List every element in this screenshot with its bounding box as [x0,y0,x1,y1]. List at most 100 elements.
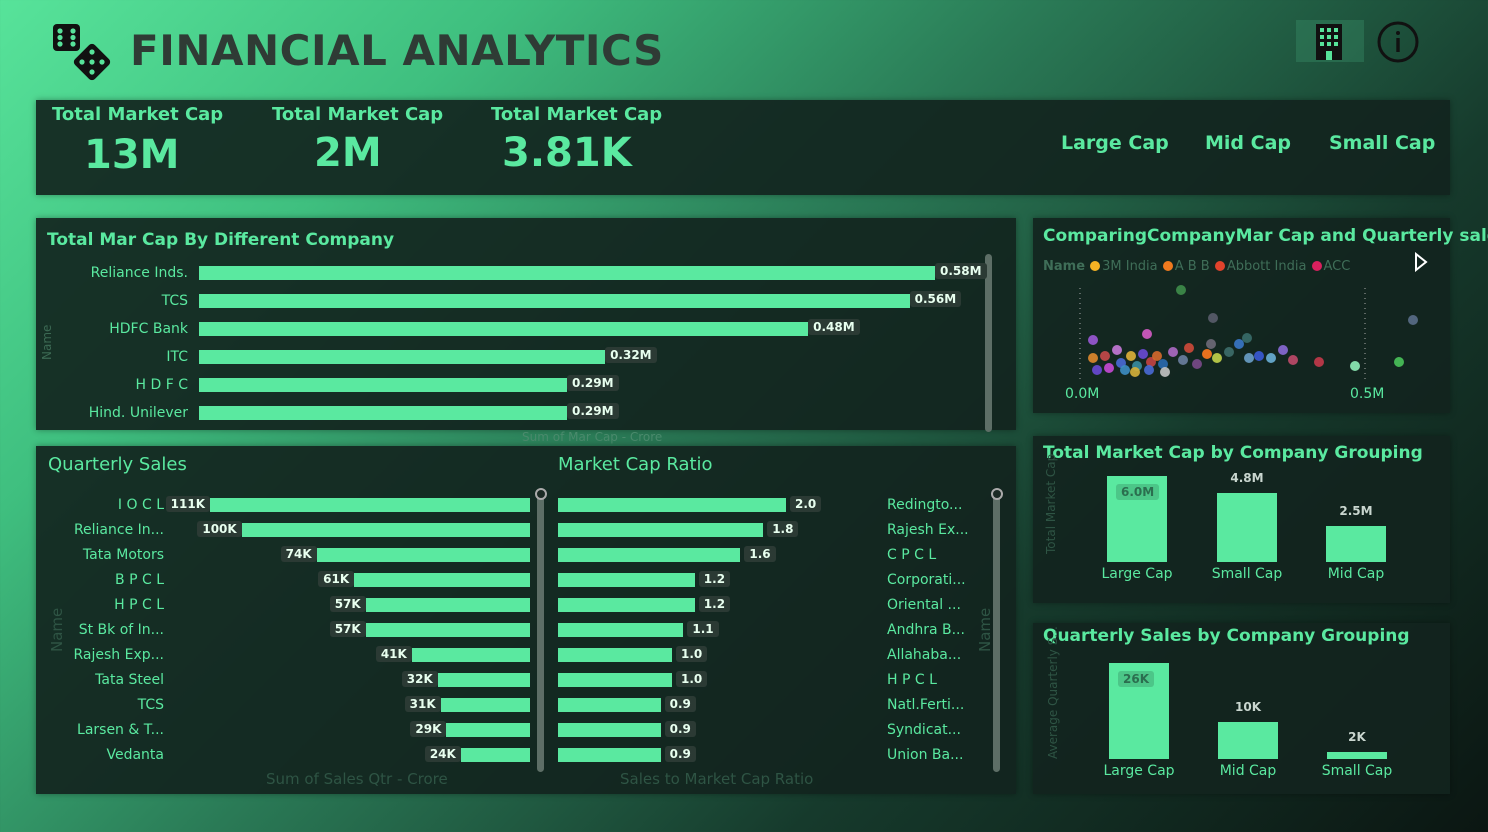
kpi-panel: Total Market Cap 13M Total Market Cap 2M… [36,100,1450,195]
scatter-point[interactable] [1242,333,1252,343]
page-title: FINANCIAL ANALYTICS [130,26,664,75]
kpi-label: Total Market Cap [491,104,663,125]
bar [411,648,530,662]
scatter-point[interactable] [1206,339,1216,349]
scatter-point[interactable] [1394,357,1404,367]
data-label: 1.0 [676,646,708,662]
scatter-point[interactable] [1234,339,1244,349]
data-label: 31K [404,696,441,712]
scatter-point[interactable] [1100,351,1110,361]
scatter-point[interactable] [1212,353,1222,363]
scatter-point[interactable] [1130,367,1140,377]
mid-cap-button[interactable]: Mid Cap [1205,132,1291,154]
data-label: 2K [1348,729,1366,744]
bar-category-label: St Bk of In... [78,622,164,638]
bar-category-label: Oriental ... [887,597,961,613]
scatter-point[interactable] [1120,365,1130,375]
bar [199,322,809,336]
bar [558,673,672,687]
scatter-point[interactable] [1112,345,1122,355]
scatter-point[interactable] [1104,363,1114,373]
info-icon[interactable] [1377,21,1419,63]
scrollbar-handle[interactable] [535,488,547,500]
bar [446,723,530,737]
scatter-point[interactable] [1408,315,1418,325]
kpi-label: Total Market Cap [272,104,444,125]
bar [558,498,786,512]
scatter-point[interactable] [1208,313,1218,323]
small-cap-button[interactable]: Small Cap [1329,132,1435,154]
bar [558,548,741,562]
scrollbar[interactable] [993,494,1000,772]
legend-item[interactable]: ACC [1311,259,1350,274]
scrollbar[interactable] [537,494,544,772]
building-icon[interactable] [1296,20,1364,62]
data-label: 61K [318,571,355,587]
scatter-point[interactable] [1224,347,1234,357]
scatter-point[interactable] [1126,351,1136,361]
scatter-point[interactable] [1178,355,1188,365]
bar-category-label: Allahaba... [887,647,962,663]
bar [460,748,530,762]
scatter-point[interactable] [1184,343,1194,353]
dice-logo-icon [52,22,112,82]
x-tick-label: 0.5M [1350,386,1385,402]
scatter-point[interactable] [1088,353,1098,363]
scatter-point[interactable] [1138,349,1148,359]
y-axis-label: Total Market Cap [1044,453,1058,554]
scatter-point[interactable] [1192,359,1202,369]
data-label: 111K [165,496,210,512]
data-label: 0.9 [664,696,696,712]
chart-title: Total Mar Cap By Different Company [47,230,395,250]
bar [558,623,684,637]
data-label: 0.29M [567,375,619,391]
scatter-point[interactable] [1350,361,1360,371]
scatter-point[interactable] [1152,351,1162,361]
scatter-point[interactable] [1278,345,1288,355]
data-label: 10K [1235,700,1261,715]
x-axis-label: Sum of Sales Qtr - Crore [266,770,448,788]
bar [437,673,530,687]
scatter-point[interactable] [1288,355,1298,365]
legend-next-icon[interactable] [1414,251,1428,276]
bar-category-label: Tata Motors [82,547,164,563]
scatter-point[interactable] [1266,353,1276,363]
scatter-point[interactable] [1244,353,1254,363]
kpi-value: 13M [84,132,180,178]
bar-category-label: Vedanta [106,747,164,763]
scatter-point[interactable] [1176,285,1186,295]
column-category-label: Small Cap [1211,566,1283,582]
data-label: 0.58M [935,263,987,279]
bar-category-label: C P C L [887,547,937,563]
scatter-point[interactable] [1092,365,1102,375]
chart-title: Quarterly Sales [48,454,187,475]
legend-item[interactable]: A B B [1162,259,1210,274]
scatter-point[interactable] [1202,349,1212,359]
legend-item[interactable]: 3M India [1090,259,1158,274]
scrollbar-handle[interactable] [991,488,1003,500]
data-label: 41K [375,646,412,662]
bar-category-label: ITC [166,349,188,365]
scrollbar[interactable] [985,254,992,432]
data-label: 0.32M [605,347,657,363]
scatter-point[interactable] [1254,351,1264,361]
bar [558,723,661,737]
large-cap-button[interactable]: Large Cap [1061,132,1169,154]
scatter-point[interactable] [1088,335,1098,345]
y-axis-label: Name [48,607,66,652]
legend-item[interactable]: Abbott India [1214,259,1306,274]
scatter-point[interactable] [1144,365,1154,375]
scatter-point[interactable] [1160,367,1170,377]
bar-category-label: TCS [137,697,164,713]
scatter-point[interactable] [1142,329,1152,339]
grouping-sales-panel: Quarterly Sales by Company Grouping Aver… [1033,623,1450,794]
bar-category-label: H D F C [135,377,189,393]
data-label: 1.6 [744,546,776,562]
scatter-point[interactable] [1168,347,1178,357]
data-label: 57K [329,621,366,637]
bar [354,573,530,587]
data-label: 2.5M [1339,504,1373,519]
bar-category-label: Natl.Ferti... [887,697,965,713]
bar [440,698,530,712]
scatter-point[interactable] [1314,357,1324,367]
